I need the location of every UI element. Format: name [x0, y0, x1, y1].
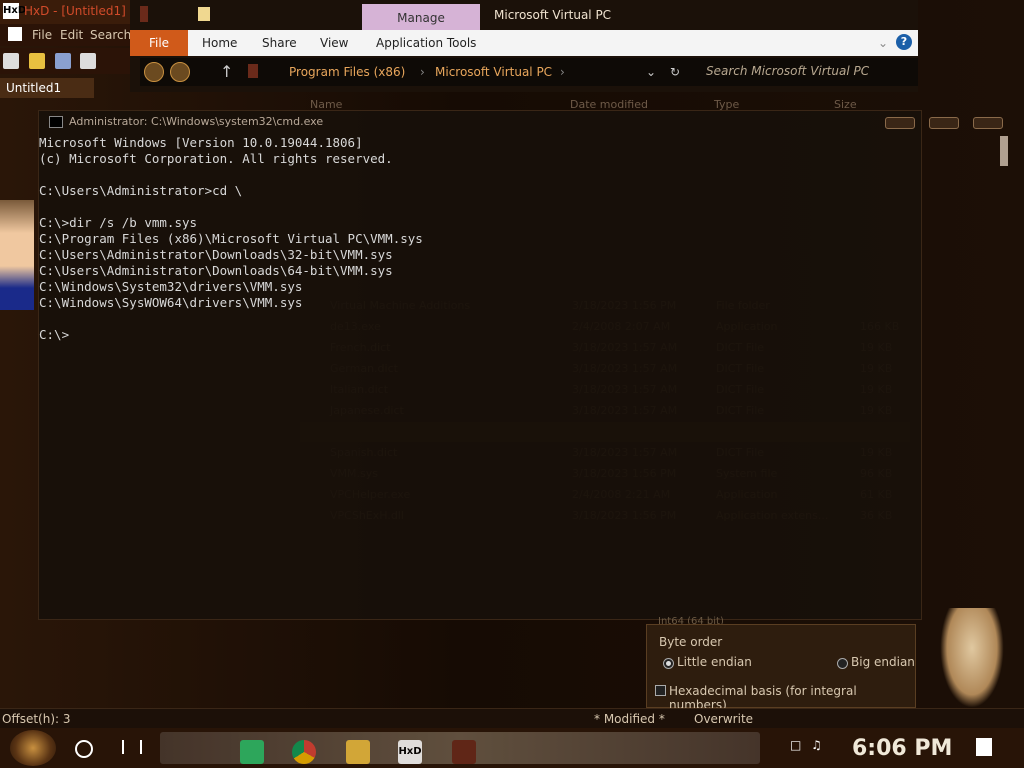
hxd-logo-icon: HxD [3, 3, 26, 19]
up-icon[interactable]: ↑ [220, 62, 233, 81]
location-icon [248, 64, 258, 78]
breadcrumb-separator-icon: › [420, 65, 425, 79]
breadcrumb-dropdown-icon[interactable]: › [560, 65, 565, 79]
status-modified: * Modified * [594, 712, 665, 726]
hex-doc-icon [8, 27, 22, 41]
cmd-line: (c) Microsoft Corporation. All rights re… [39, 151, 393, 166]
help-icon[interactable]: ? [896, 34, 912, 50]
cmd-line: Microsoft Windows [Version 10.0.19044.18… [39, 135, 363, 150]
cmd-line: C:\Users\Administrator\Downloads\64-bit\… [39, 263, 393, 278]
menu-edit[interactable]: Edit [60, 28, 83, 42]
cmd-scrollbar[interactable] [1000, 136, 1008, 166]
hex-document-tab[interactable]: Untitled1 [0, 78, 94, 98]
cartoon-character-decoration [0, 200, 34, 310]
open-folder-icon[interactable] [28, 53, 45, 69]
ribbon-tab-home[interactable]: Home [202, 36, 237, 50]
taskbar: HxD □ ♫ 6:06 PM [0, 728, 1024, 768]
volume-icon[interactable]: ♫ [811, 738, 822, 752]
new-file-icon[interactable] [3, 53, 19, 69]
network-icon[interactable]: □ [790, 738, 801, 752]
minimize-button[interactable] [885, 117, 915, 129]
task-view-icon[interactable] [122, 740, 142, 754]
clock[interactable]: 6:06 PM [852, 736, 952, 761]
save-icon[interactable] [54, 53, 71, 69]
copy-icon[interactable] [80, 53, 97, 69]
cmd-line: C:\Program Files (x86)\Microsoft Virtual… [39, 231, 423, 246]
ribbon-tab-application-tools[interactable]: Application Tools [376, 36, 476, 50]
hex-editor-title: HxD - [Untitled1] [24, 4, 126, 18]
cmd-output[interactable]: Microsoft Windows [Version 10.0.19044.18… [39, 135, 899, 615]
taskbar-apps: HxD [160, 732, 760, 764]
back-icon[interactable] [144, 62, 164, 82]
cmd-line: C:\> [39, 327, 70, 342]
hex-editor-toolbar [0, 48, 130, 74]
ribbon-expand-chevron-icon[interactable]: ⌄ [878, 36, 888, 50]
little-endian-radio[interactable] [663, 658, 674, 669]
app-icon[interactable] [452, 740, 476, 764]
ribbon-tab-share[interactable]: Share [262, 36, 297, 50]
hex-basis-checkbox[interactable] [655, 685, 666, 696]
byte-order-panel: Byte order Little endian Big endian Hexa… [646, 624, 916, 712]
explorer-ribbon: File Home Share View Application Tools ⌄ [130, 30, 918, 56]
cmd-line [39, 311, 899, 327]
cmd-icon [49, 116, 63, 128]
cmd-line [39, 167, 899, 183]
cmd-line: C:\Windows\SysWOW64\drivers\VMM.sys [39, 295, 303, 310]
cmd-line: C:\Windows\System32\drivers\VMM.sys [39, 279, 303, 294]
start-icon[interactable] [10, 730, 56, 766]
cmd-title: Administrator: C:\Windows\system32\cmd.e… [69, 115, 324, 128]
status-mode: Overwrite [694, 712, 754, 726]
window-controls [788, 10, 898, 20]
notification-icon[interactable] [976, 738, 992, 756]
hex-editor-titlebar: HxD HxD - [Untitled1] [0, 0, 130, 24]
file-explorer-icon[interactable] [346, 740, 370, 764]
cortana-icon[interactable] [75, 740, 93, 758]
ribbon-tab-view[interactable]: View [320, 36, 348, 50]
cmd-titlebar: Administrator: C:\Windows\system32\cmd.e… [39, 111, 1003, 133]
system-tray: □ ♫ [790, 738, 822, 752]
big-endian-radio[interactable] [837, 658, 848, 669]
cmd-line: C:\Users\Administrator>cd \ [39, 183, 243, 198]
little-endian-label[interactable]: Little endian [677, 655, 752, 669]
cmd-line: C:\>dir /s /b vmm.sys [39, 215, 198, 230]
hxd-icon[interactable]: HxD [398, 740, 422, 764]
hex-status-bar: Offset(h): 3 * Modified * Overwrite [0, 708, 1024, 729]
hamster-decoration [940, 608, 1004, 708]
menu-search[interactable]: Search [90, 28, 131, 42]
refresh-icon[interactable]: ↻ [670, 65, 680, 79]
menu-file[interactable]: File [32, 28, 52, 42]
cmd-line: C:\Users\Administrator\Downloads\32-bit\… [39, 247, 393, 262]
address-dropdown-icon[interactable]: ⌄ [646, 65, 656, 79]
breadcrumb-program-files[interactable]: Program Files (x86) [289, 65, 405, 79]
search-input[interactable]: Search Microsoft Virtual PC [706, 64, 869, 78]
status-offset: Offset(h): 3 [2, 712, 71, 726]
maximize-button[interactable] [929, 117, 959, 129]
cmd-window: Administrator: C:\Windows\system32\cmd.e… [38, 110, 1003, 620]
ribbon-tab-file[interactable]: File [130, 30, 188, 56]
notes-icon[interactable] [240, 740, 264, 764]
manage-tab[interactable]: Manage [362, 4, 480, 32]
close-button[interactable] [973, 117, 1003, 129]
quick-access-icon[interactable] [140, 6, 148, 22]
byte-order-label: Byte order [659, 635, 723, 649]
hex-editor-menubar: File Edit Search [0, 24, 131, 46]
big-endian-label[interactable]: Big endian [851, 655, 915, 669]
breadcrumb-virtual-pc[interactable]: Microsoft Virtual PC [435, 65, 552, 79]
explorer-title: Microsoft Virtual PC [494, 8, 612, 22]
forward-icon[interactable] [170, 62, 190, 82]
cmd-line [39, 199, 899, 215]
folder-icon[interactable] [198, 7, 210, 21]
chrome-icon[interactable] [292, 740, 316, 764]
